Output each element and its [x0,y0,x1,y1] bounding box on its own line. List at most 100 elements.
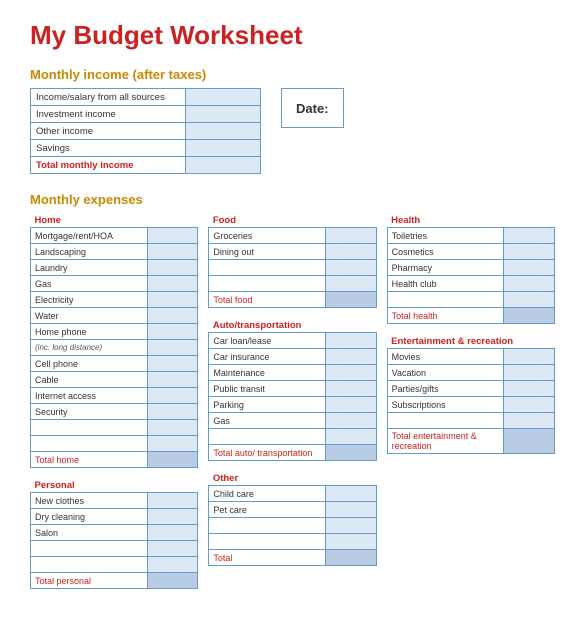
item-value[interactable] [147,525,198,541]
item-value[interactable] [504,244,555,260]
item-label: Subscriptions [387,397,504,413]
date-label: Date: [296,101,329,116]
auto-total-value[interactable] [325,445,376,461]
item-label: Movies [387,349,504,365]
item-label: Maintenance [209,365,326,381]
item-value[interactable] [504,397,555,413]
item-sublabel: (inc. long distance) [31,340,148,356]
item-value[interactable] [325,349,376,365]
food-total-label: Total food [209,292,326,308]
item-label: Car loan/lease [209,333,326,349]
item-value[interactable] [325,486,376,502]
item-label: Parties/gifts [387,381,504,397]
home-total-label: Total home [31,452,148,468]
income-total-row: Total monthly income [31,157,261,174]
income-row: Other income [31,123,261,140]
income-value[interactable] [186,140,261,157]
auto-label: Auto/transportation [209,318,376,333]
item-value[interactable] [147,356,198,372]
item-label: Salon [31,525,148,541]
item-value[interactable] [504,349,555,365]
item-value[interactable] [147,404,198,420]
item-label: Dry cleaning [31,509,148,525]
item-label: Cable [31,372,148,388]
item-value[interactable] [325,365,376,381]
item-value[interactable] [147,244,198,260]
health-table: Health Toiletries Cosmetics Pharmacy Hea… [387,213,555,324]
personal-table: Personal New clothes Dry cleaning Salon … [30,478,198,589]
income-row: Investment income [31,106,261,123]
income-value[interactable] [186,89,261,106]
item-value[interactable] [504,381,555,397]
other-total-value[interactable] [325,550,376,566]
item-label: Car insurance [209,349,326,365]
entertainment-total-label: Total entertainment & recreation [387,429,504,454]
item-value[interactable] [504,276,555,292]
income-total-value[interactable] [186,157,261,174]
other-label: Other [209,471,376,486]
income-row: Income/salary from all sources [31,89,261,106]
item-value[interactable] [147,324,198,340]
other-total-label: Total [209,550,326,566]
income-heading: Monthly income (after taxes) [30,67,555,82]
expense-col-3: Health Toiletries Cosmetics Pharmacy Hea… [387,213,555,589]
income-total-label: Total monthly income [31,157,186,174]
item-value[interactable] [325,228,376,244]
health-total-value[interactable] [504,308,555,324]
item-label: Internet access [31,388,148,404]
item-label: Child care [209,486,326,502]
expense-col-1: Home Mortgage/rent/HOA Landscaping Laund… [30,213,198,589]
item-value[interactable] [325,413,376,429]
entertainment-table: Entertainment & recreation Movies Vacati… [387,334,555,454]
other-table: Other Child care Pet care Total [208,471,376,566]
item-value[interactable] [325,502,376,518]
item-value[interactable] [147,509,198,525]
item-label: Home phone [31,324,148,340]
item-value[interactable] [147,276,198,292]
personal-total-value[interactable] [147,573,198,589]
income-section: Monthly income (after taxes) Income/sala… [30,67,555,174]
item-value[interactable] [147,493,198,509]
food-total-value[interactable] [325,292,376,308]
income-label: Income/salary from all sources [31,89,186,106]
item-value[interactable] [147,228,198,244]
entertainment-label: Entertainment & recreation [387,334,554,349]
income-row: Savings [31,140,261,157]
item-label: Pet care [209,502,326,518]
item-value[interactable] [147,372,198,388]
home-table: Home Mortgage/rent/HOA Landscaping Laund… [30,213,198,468]
item-value[interactable] [147,308,198,324]
auto-total-label: Total auto/ transportation [209,445,326,461]
item-value[interactable] [325,244,376,260]
personal-label: Personal [31,478,198,493]
item-label: Parking [209,397,326,413]
item-value[interactable] [504,260,555,276]
item-label: Vacation [387,365,504,381]
income-value[interactable] [186,123,261,140]
item-value[interactable] [504,228,555,244]
item-label: Groceries [209,228,326,244]
item-label: Cell phone [31,356,148,372]
health-total-label: Total health [387,308,504,324]
food-label: Food [209,213,376,228]
income-value[interactable] [186,106,261,123]
home-label: Home [31,213,198,228]
item-value[interactable] [147,260,198,276]
income-table: Income/salary from all sources Investmen… [30,88,261,174]
item-value[interactable] [147,292,198,308]
expenses-heading: Monthly expenses [30,192,555,207]
item-value[interactable] [147,388,198,404]
item-value[interactable] [325,381,376,397]
item-value[interactable] [325,333,376,349]
item-value[interactable] [325,397,376,413]
entertainment-total-value[interactable] [504,429,555,454]
item-label: Gas [209,413,326,429]
item-value[interactable] [504,365,555,381]
item-label: New clothes [31,493,148,509]
home-total-value[interactable] [147,452,198,468]
item-value[interactable] [147,340,198,356]
item-label: Gas [31,276,148,292]
expenses-grid: Home Mortgage/rent/HOA Landscaping Laund… [30,213,555,589]
item-label: Cosmetics [387,244,504,260]
income-label: Savings [31,140,186,157]
